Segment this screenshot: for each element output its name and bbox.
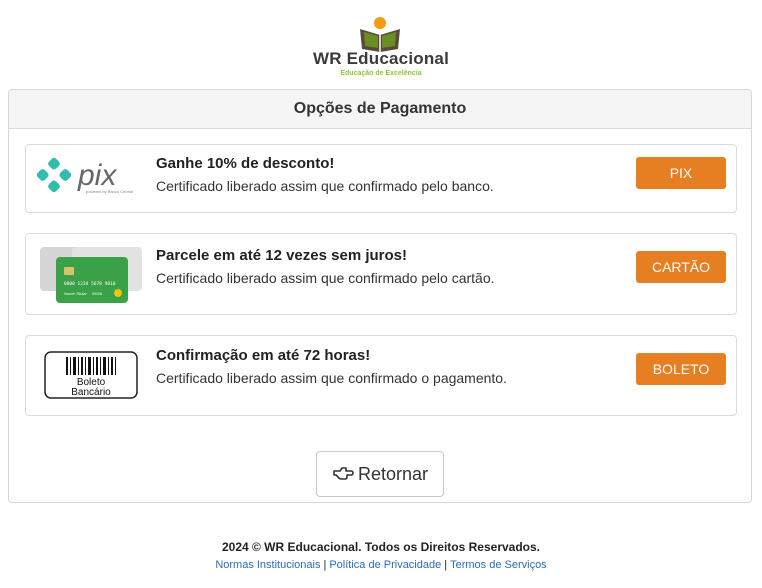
link-normas-institucionais[interactable]: Normas Institucionais — [215, 559, 320, 571]
payment-option-boleto: Boleto Bancário Confirmação em até 72 ho… — [25, 335, 737, 416]
return-label: Retornar — [357, 463, 429, 484]
book-person-icon — [360, 17, 400, 52]
payment-options-panel: Opções de Pagamento pix powered by Banco… — [8, 89, 752, 503]
card-holder: Nome Titular — [64, 291, 88, 296]
pix-button[interactable]: PIX — [636, 157, 726, 189]
option-description: Certificado liberado assim que confirmad… — [156, 178, 494, 194]
link-separator: | — [323, 559, 327, 571]
payment-option-card: 0000 1234 5678 9010 Nome Titular 09/26 P… — [25, 233, 737, 315]
boleto-logo-line2: Bancário — [71, 387, 111, 398]
card-button[interactable]: CARTÃO — [636, 251, 726, 283]
brand-logo: WR Educacional Educação de Excelência — [0, 14, 762, 84]
option-title: Parcele em até 12 vezes sem juros! — [156, 247, 407, 264]
option-title: Ganhe 10% de desconto! — [156, 155, 335, 172]
payment-option-pix: pix powered by Banco Central Ganhe 10% d… — [25, 144, 737, 213]
pointing-hand-icon — [333, 467, 354, 480]
pix-logo-icon: pix powered by Banco Central — [36, 157, 133, 194]
option-description: Certificado liberado assim que confirmad… — [156, 370, 507, 386]
return-button[interactable]: Retornar — [316, 451, 444, 497]
brand-name: WR Educacional — [313, 49, 449, 68]
link-politica-privacidade[interactable]: Política de Privacidade — [329, 559, 441, 571]
boleto-button[interactable]: BOLETO — [636, 353, 726, 385]
option-title: Confirmação em até 72 horas! — [156, 347, 371, 364]
credit-card-icon: 0000 1234 5678 9010 Nome Titular 09/26 — [40, 247, 142, 303]
pix-logo-caption: powered by Banco Central — [86, 189, 133, 194]
pix-logo-word: pix — [77, 159, 117, 192]
option-description: Certificado liberado assim que confirmad… — [156, 270, 495, 286]
footer-copyright: 2024 © WR Educacional. Todos os Direitos… — [221, 540, 541, 554]
panel-title: Opções de Pagamento — [9, 90, 751, 129]
brand-slogan: Educação de Excelência — [340, 70, 422, 77]
card-expiry: 09/26 — [92, 291, 103, 296]
footer-links: Normas Institucionais | Política de Privac… — [0, 559, 762, 571]
link-termos-servicos[interactable]: Termos de Serviços — [450, 559, 547, 571]
barcode-icon: Boleto Bancário — [44, 351, 138, 399]
card-number: 0000 1234 5678 9010 — [64, 281, 116, 287]
link-separator: | — [444, 559, 448, 571]
